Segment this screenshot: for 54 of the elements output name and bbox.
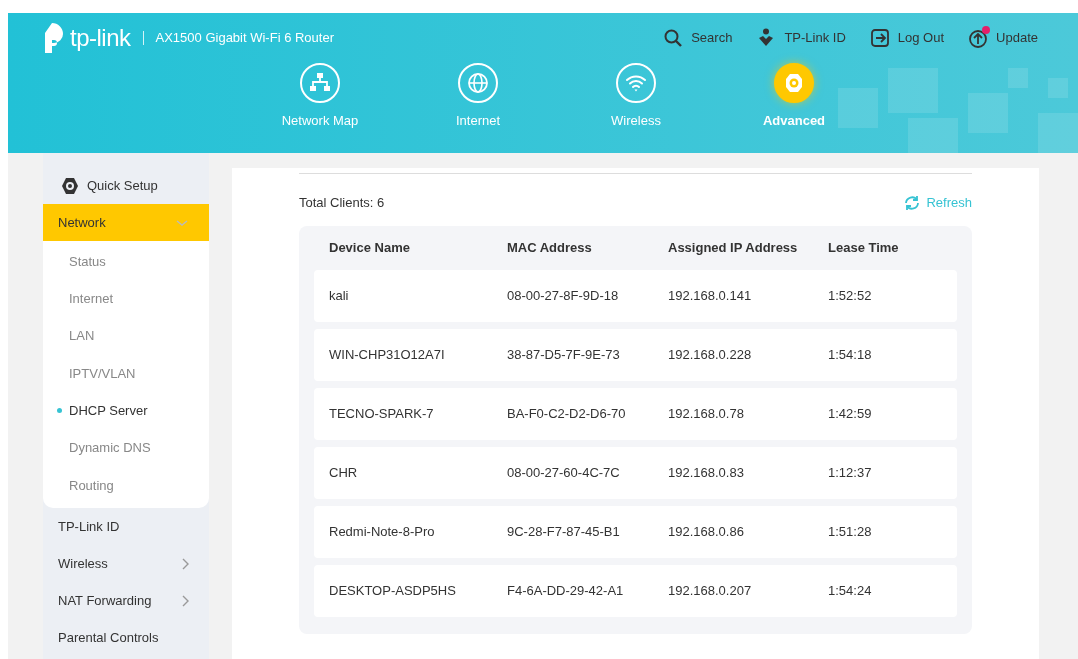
table-cell-text: 192.168.0.83 (668, 464, 745, 483)
submenu-item[interactable]: Dynamic DNS (43, 429, 209, 467)
column-header: Assigned IP Address (668, 239, 799, 258)
table-cell-text: Redmi-Note-8-Pro (328, 523, 436, 542)
table-cell-text: 08-00-27-8F-9D-18 (507, 287, 620, 306)
submenu-item[interactable]: Status (43, 243, 209, 281)
table-cell-text: 192.168.0.228 (668, 346, 753, 365)
table-cell-text: F4-6A-DD-29-42-A1 (507, 582, 625, 601)
gear-icon (61, 176, 79, 195)
table-cell-text: BA-F0-C2-D2-D6-70 (507, 405, 627, 424)
log-out-icon (869, 28, 890, 48)
column-header: Lease Time (828, 239, 900, 258)
search-link[interactable]: Search (663, 28, 733, 48)
submenu-item[interactable]: DHCP Server (43, 392, 209, 430)
logo-text: tp-link (70, 23, 131, 53)
sidebar-item[interactable]: Parental Controls (43, 619, 209, 657)
table-cell-text: CHR (328, 464, 359, 483)
table-cell-text: 192.168.0.141 (668, 287, 753, 306)
table-cell-text: kali (328, 287, 350, 306)
table-cell-text: DESKTOP-ASDP5HS (328, 582, 457, 601)
sidebar-item[interactable]: NAT Forwarding (43, 582, 209, 620)
submenu-item[interactable]: IPTV/VLAN (43, 354, 209, 393)
column-header: Device Name (328, 239, 411, 258)
table-cell-text: 38-87-D5-7F-9E-73 (507, 346, 621, 365)
table-cell-text: 9C-28-F7-87-45-B1 (507, 523, 621, 542)
search-icon (663, 28, 684, 48)
table-cell-text: 1:42:59 (828, 405, 873, 424)
table-cell-text: 192.168.0.86 (668, 523, 745, 542)
table-cell-text: 192.168.0.207 (668, 582, 753, 601)
table-cell-text: 1:54:24 (828, 582, 873, 601)
upload-icon (968, 28, 989, 48)
table-cell-text: 1:51:28 (828, 523, 873, 542)
globe-icon (466, 71, 490, 95)
update-link[interactable]: Update (968, 28, 1038, 48)
sidebar-item[interactable]: Quick Setup (43, 167, 209, 204)
submenu-item[interactable]: Internet (43, 280, 209, 318)
id-link[interactable]: TP-Link ID (756, 28, 846, 48)
sidebar-item[interactable]: TP-Link ID (43, 508, 209, 546)
column-header: MAC Address (507, 239, 593, 258)
table-cell-text: 1:54:18 (828, 346, 873, 365)
logo-icon (42, 21, 66, 55)
table-cell-text: 1:12:37 (828, 464, 873, 483)
table-cell-text: 192.168.0.78 (668, 405, 745, 424)
logout-link[interactable]: Log Out (869, 28, 945, 48)
submenu-item[interactable]: Routing (43, 466, 209, 505)
table-cell-text: 1:52:52 (828, 287, 873, 306)
submenu-item[interactable]: LAN (43, 317, 209, 355)
model-name: AX1500 Gigabit Wi-Fi 6 Router (155, 29, 334, 48)
table-cell-text: 08-00-27-60-4C-7C (507, 464, 621, 483)
table-cell-text: WIN-CHP31O12A7I (328, 346, 446, 365)
table-cell-text: TECNO-SPARK-7 (328, 405, 435, 424)
total-clients-label: Total Clients: 6 (299, 194, 385, 213)
sidebar-item[interactable]: Network (43, 204, 209, 241)
sidebar-item[interactable]: Wireless (43, 545, 209, 583)
